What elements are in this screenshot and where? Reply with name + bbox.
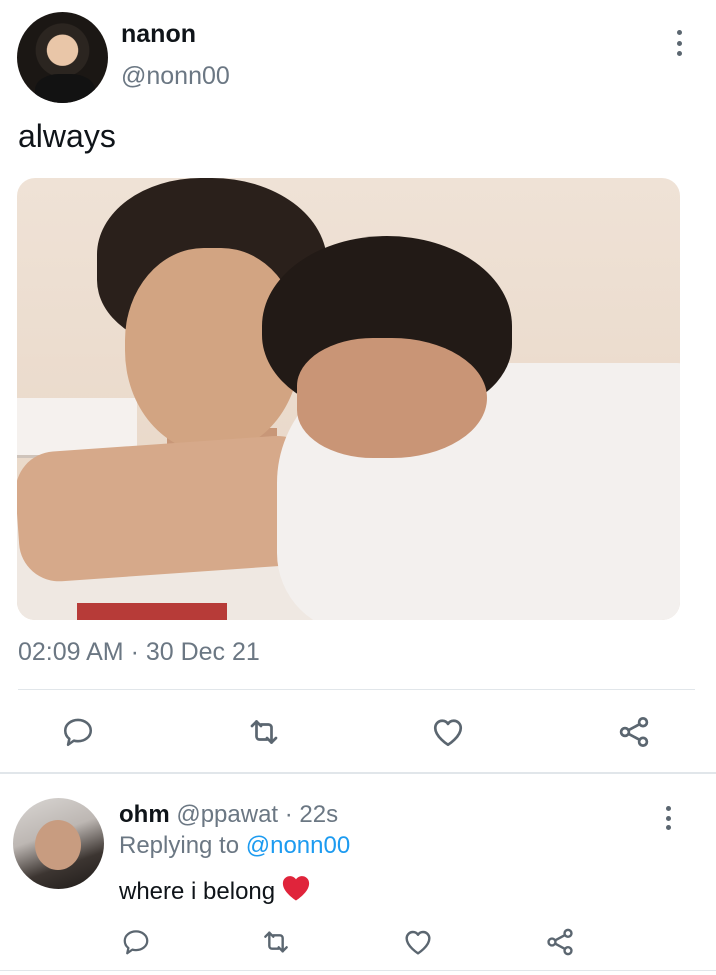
more-options-icon[interactable] — [670, 30, 688, 56]
tweet-timestamp[interactable]: 02:09 AM · 30 Dec 21 — [18, 638, 260, 667]
display-name[interactable]: nanon — [121, 20, 196, 49]
tweet-photo[interactable] — [17, 178, 680, 620]
red-heart-emoji — [281, 874, 311, 909]
mention-link[interactable]: @nonn00 — [246, 832, 350, 859]
reply-more-options-icon[interactable] — [659, 806, 677, 830]
share-icon[interactable] — [614, 712, 654, 752]
reply-icon[interactable] — [58, 712, 98, 752]
reply-retweet-icon[interactable] — [256, 922, 296, 962]
divider — [18, 689, 695, 690]
reply-like-icon[interactable] — [398, 922, 438, 962]
reply-header: ohm @ppawat · 22s — [119, 801, 338, 829]
reply-meta: @ppawat · 22s — [176, 801, 339, 828]
avatar[interactable] — [17, 12, 108, 103]
retweet-icon[interactable] — [244, 712, 284, 752]
like-icon[interactable] — [428, 712, 468, 752]
reply-avatar[interactable] — [13, 798, 104, 889]
handle[interactable]: @nonn00 — [121, 62, 230, 91]
main-tweet: nanon @nonn00 always 02:09 AM · 30 Dec 2… — [0, 0, 716, 773]
reply-text-body: where i belong — [119, 878, 276, 905]
tweet-text: always — [18, 118, 116, 154]
reply-tweet[interactable]: ohm @ppawat · 22s Replying to @nonn00 wh… — [0, 774, 716, 975]
reply-text: where i belong — [119, 874, 311, 909]
replying-to: Replying to @nonn00 — [119, 832, 350, 860]
reply-share-icon[interactable] — [540, 922, 580, 962]
bottom-divider — [0, 970, 716, 971]
reply-display-name[interactable]: ohm — [119, 801, 170, 828]
reply-reply-icon[interactable] — [116, 922, 156, 962]
replying-prefix: Replying to — [119, 832, 246, 859]
